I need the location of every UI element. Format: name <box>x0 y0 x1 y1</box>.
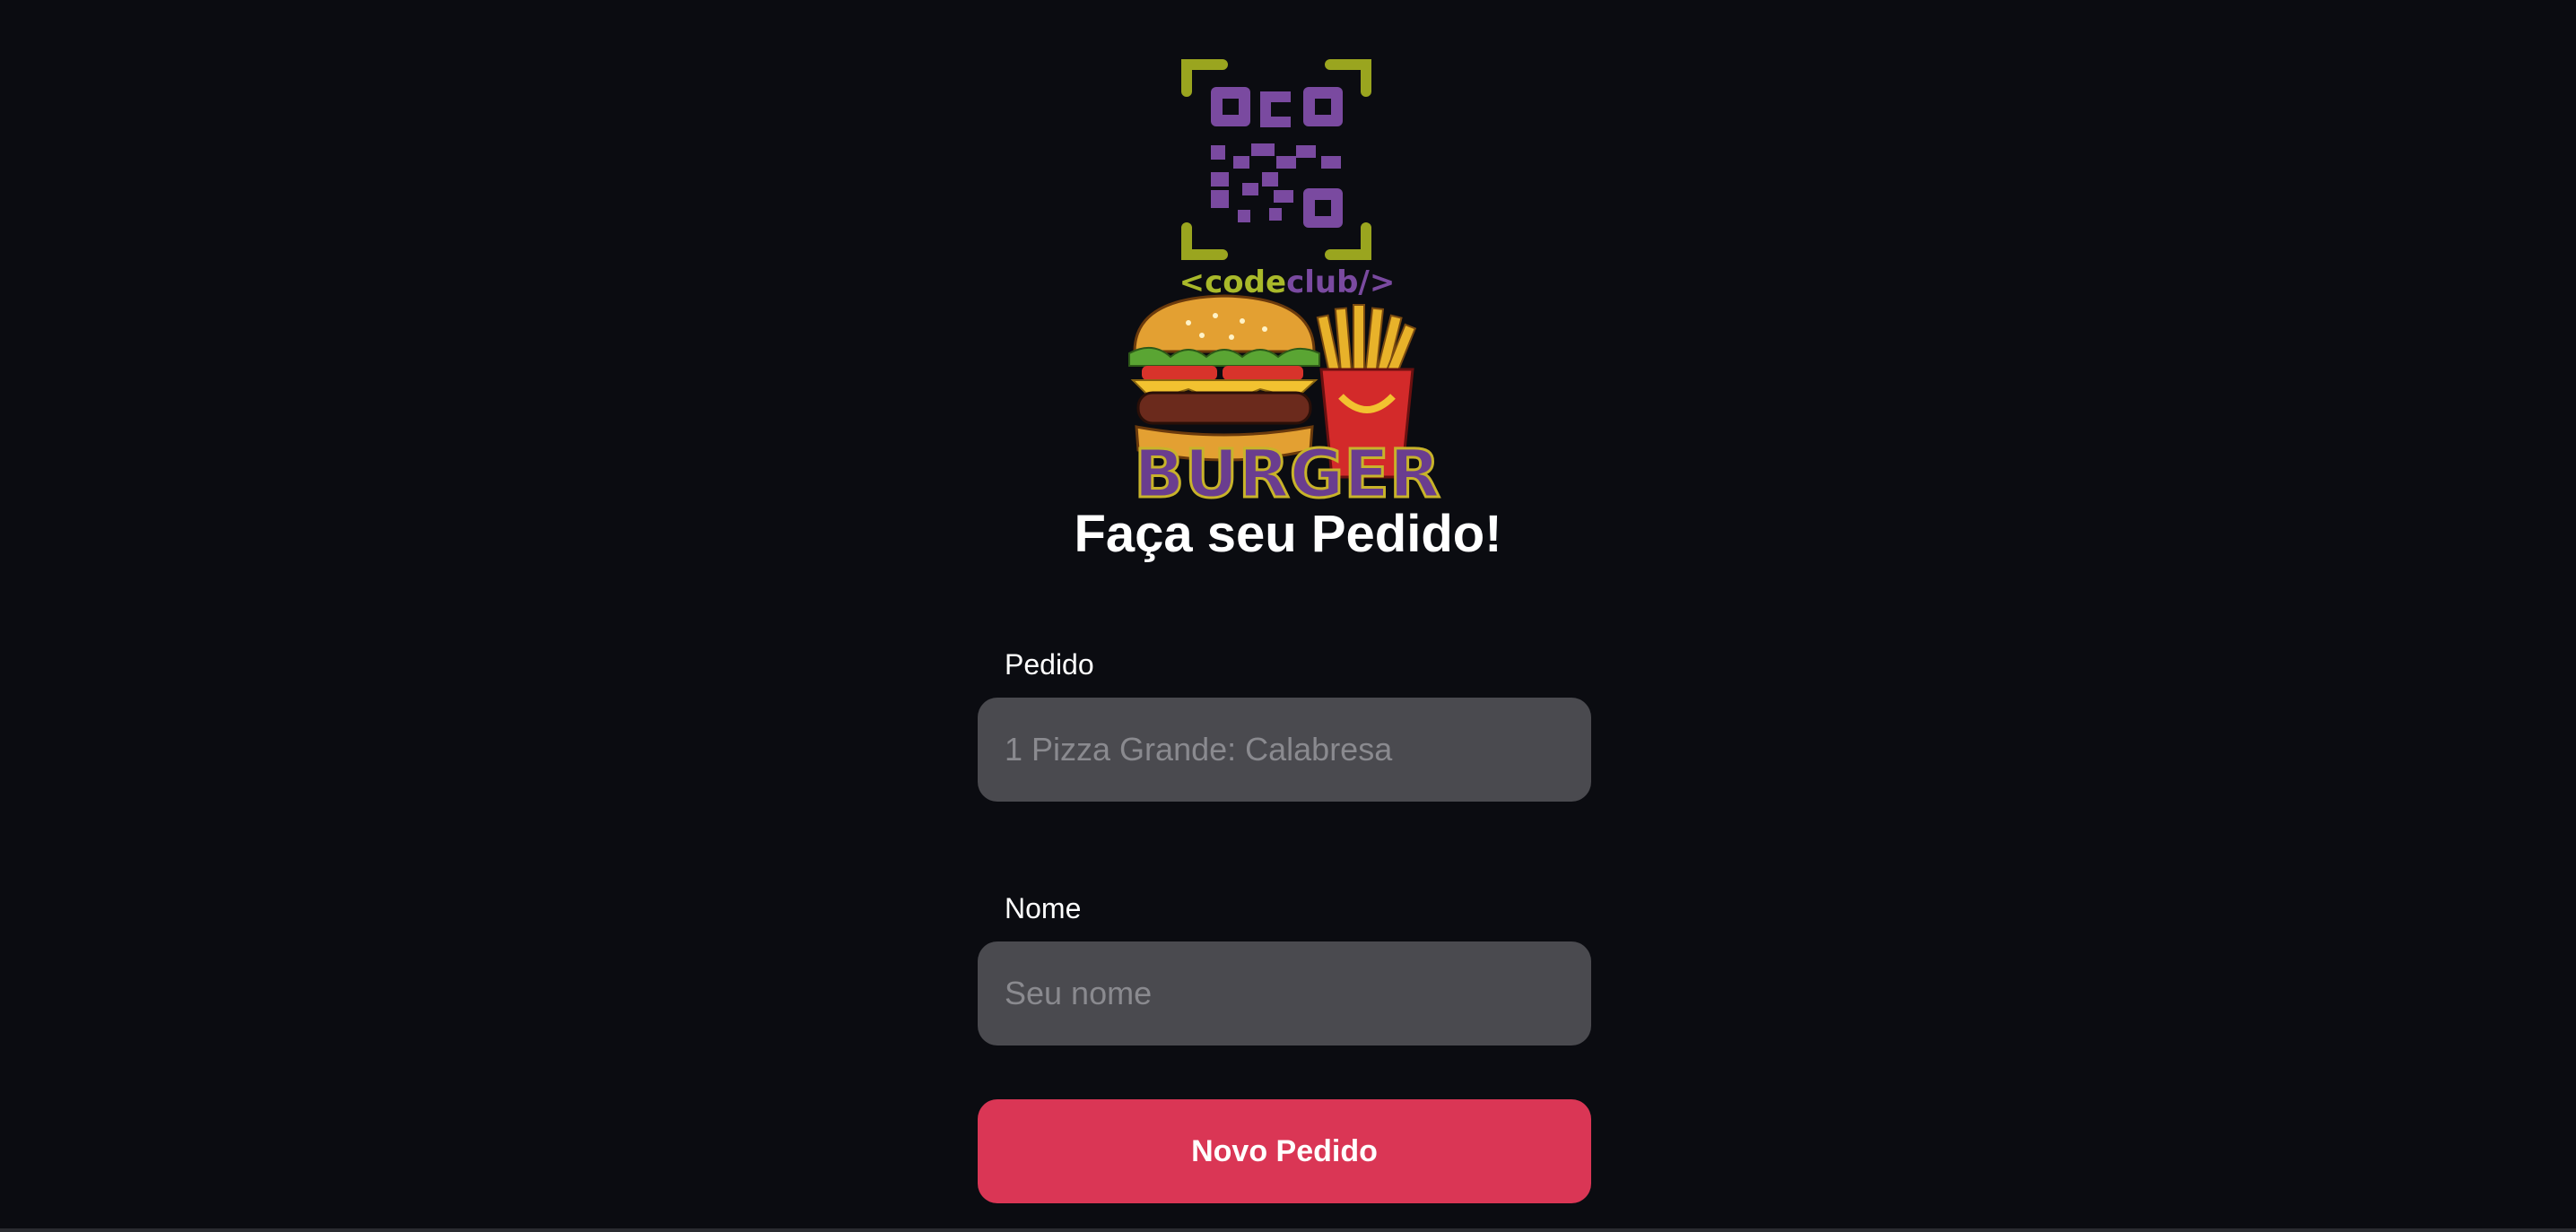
codeclub-burger-logo: <codeclub/> BURGER <box>1117 56 1458 504</box>
burger-wordmark: BURGER <box>1134 436 1440 504</box>
codeclub-wordmark: <codeclub/> <box>1179 265 1396 300</box>
name-input[interactable] <box>978 941 1591 1045</box>
order-input[interactable] <box>978 698 1591 802</box>
logo-graphic: <codeclub/> BURGER <box>1128 59 1441 504</box>
order-form: Pedido Nome Novo Pedido <box>978 646 1591 1203</box>
name-label: Nome <box>1005 892 1082 924</box>
order-label: Pedido <box>1005 648 1094 681</box>
field-spacer <box>978 802 1591 889</box>
qr-code-icon <box>1211 87 1343 228</box>
order-page: <codeclub/> BURGER Faça seu Pedido! Pedi… <box>0 0 2576 1232</box>
bottom-divider <box>0 1228 2576 1232</box>
page-title: Faça seu Pedido! <box>1074 505 1502 563</box>
new-order-button[interactable]: Novo Pedido <box>978 1099 1591 1203</box>
